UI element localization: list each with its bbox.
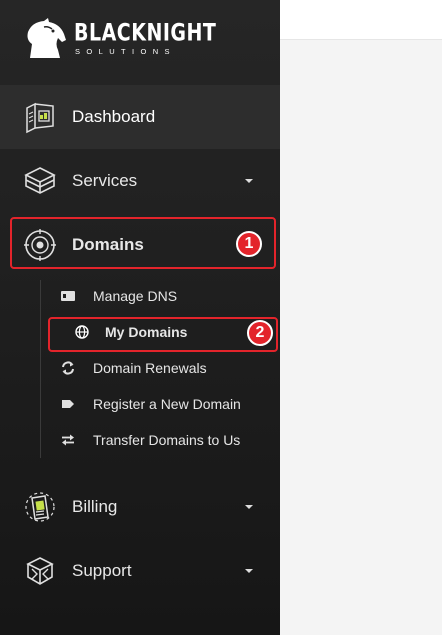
brand-tagline: SOLUTIONS xyxy=(75,47,176,57)
brand-logo[interactable]: BLACKNIGHT SOLUTIONS xyxy=(22,16,216,64)
main-content-area xyxy=(280,40,442,635)
sidebar: BLACKNIGHT SOLUTIONS Dashboard Services … xyxy=(0,0,280,635)
horse-head-logo-icon xyxy=(27,18,66,58)
nav-label-support: Support xyxy=(72,561,132,580)
nav-item-billing[interactable]: Billing xyxy=(0,475,280,539)
transfer-arrows-icon xyxy=(58,430,78,450)
submenu-label-register-domain: Register a New Domain xyxy=(93,396,241,412)
support-box-icon xyxy=(22,553,58,589)
chevron-down-icon[interactable] xyxy=(245,505,253,509)
services-cube-icon xyxy=(22,163,58,199)
step-badge-2: 2 xyxy=(247,320,273,346)
nav-label-dashboard: Dashboard xyxy=(72,107,156,126)
billing-document-icon xyxy=(22,489,58,525)
chevron-down-icon[interactable] xyxy=(245,569,253,573)
dns-card-icon xyxy=(58,286,78,306)
submenu-label-transfer-domains: Transfer Domains to Us xyxy=(93,432,241,448)
submenu-item-manage-dns[interactable]: Manage DNS xyxy=(58,284,177,308)
brand-name: BLACKNIGHT xyxy=(74,19,217,47)
annotation-highlight-my-domains xyxy=(48,317,278,352)
submenu-guide-line xyxy=(40,280,41,458)
submenu-label-manage-dns: Manage DNS xyxy=(93,288,178,304)
step-badge-1: 1 xyxy=(236,231,262,257)
nav-label-billing: Billing xyxy=(72,497,118,516)
nav-item-services[interactable]: Services xyxy=(0,149,280,213)
submenu-item-register-domain[interactable]: Register a New Domain xyxy=(58,392,241,416)
nav-item-dashboard[interactable]: Dashboard xyxy=(0,85,280,149)
nav-label-services: Services xyxy=(72,171,138,190)
refresh-icon xyxy=(58,358,78,378)
chevron-down-icon[interactable] xyxy=(245,179,253,183)
tag-icon xyxy=(58,394,78,414)
top-bar xyxy=(280,0,442,40)
nav-item-support[interactable]: Support xyxy=(0,539,280,603)
submenu-item-domain-renewals[interactable]: Domain Renewals xyxy=(58,356,207,380)
dashboard-icon xyxy=(22,99,58,135)
submenu-label-domain-renewals: Domain Renewals xyxy=(93,360,207,376)
submenu-item-transfer-domains[interactable]: Transfer Domains to Us xyxy=(58,428,240,452)
